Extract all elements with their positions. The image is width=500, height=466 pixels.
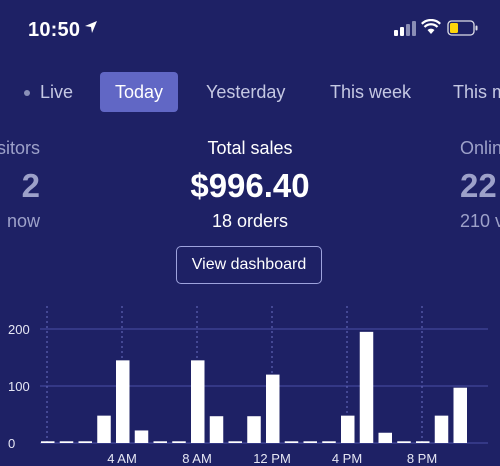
- online-sub: 210 v: [460, 211, 500, 231]
- tab-this-month-label: This m: [453, 82, 500, 102]
- x-tick-label: 4 PM: [332, 451, 362, 466]
- chart-bar: [116, 360, 130, 443]
- online-value: 22: [460, 167, 497, 204]
- total-sales-value: $996.40: [190, 167, 310, 204]
- visitors-label: sitors: [0, 138, 40, 158]
- chart-bar: [453, 387, 467, 443]
- tab-live[interactable]: Live: [24, 72, 73, 112]
- chart-bar: [341, 415, 355, 443]
- chart-bar: [434, 415, 449, 443]
- tab-this-month[interactable]: This m: [453, 72, 500, 112]
- live-dot-icon: [24, 90, 30, 97]
- chart-bar: [78, 441, 92, 443]
- battery-icon: [447, 20, 478, 36]
- chart-bar: [284, 441, 299, 443]
- y-tick-label: 100: [8, 379, 30, 394]
- period-tabs: Live Today Yesterday This week This m: [0, 72, 500, 114]
- tab-yesterday[interactable]: Yesterday: [206, 72, 285, 112]
- chart-bar: [303, 441, 317, 443]
- view-dashboard-button[interactable]: View dashboard: [176, 246, 322, 284]
- tab-today[interactable]: Today: [100, 72, 179, 112]
- tab-this-week-label: This week: [330, 82, 412, 102]
- total-sales-metric[interactable]: Total sales $996.40 18 orders: [150, 138, 350, 232]
- y-tick-label: 200: [8, 322, 30, 337]
- chart-bar: [59, 441, 74, 443]
- chart-bar: [134, 430, 149, 443]
- online-metric[interactable]: Onlin 22 210 v: [460, 138, 500, 232]
- chart-bar: [378, 432, 392, 443]
- chart-bar: [228, 441, 242, 443]
- online-label: Onlin: [460, 138, 500, 158]
- chart-bar: [153, 441, 167, 443]
- chart-bar: [359, 331, 374, 443]
- status-bar: 10:50: [0, 0, 500, 60]
- chart-bar: [209, 416, 224, 443]
- location-arrow-icon: [85, 21, 97, 33]
- visitors-metric[interactable]: sitors 2 now: [0, 138, 40, 232]
- tab-today-label: Today: [115, 82, 164, 102]
- x-tick-label: 12 PM: [253, 451, 291, 466]
- visitors-sub: now: [6, 211, 40, 231]
- sales-chart: 0 100 200 4 AM 8 AM 12 PM 4 PM 8 PM: [8, 306, 488, 466]
- visitors-value: 2: [21, 167, 40, 204]
- chart-bar: [322, 441, 336, 443]
- tab-this-week[interactable]: This week: [330, 72, 411, 112]
- chart-bar: [397, 441, 411, 443]
- total-sales-label: Total sales: [207, 138, 293, 158]
- chart-bar: [97, 415, 111, 443]
- cellular-signal-icon: [394, 21, 416, 36]
- orders-count: 18 orders: [211, 211, 289, 231]
- chart-bar: [247, 416, 261, 443]
- chart-bar: [266, 374, 280, 443]
- tab-live-label: Live: [40, 82, 74, 102]
- x-tick-label: 8 PM: [407, 451, 437, 466]
- x-tick-label: 8 AM: [182, 451, 212, 466]
- status-time: 10:50: [28, 19, 81, 41]
- wifi-icon: [421, 19, 441, 34]
- chart-bar: [41, 441, 55, 443]
- tab-yesterday-label: Yesterday: [206, 82, 286, 102]
- x-tick-label: 4 AM: [107, 451, 137, 466]
- chart-bar: [416, 441, 430, 443]
- y-tick-label: 0: [8, 436, 15, 451]
- chart-bar: [172, 441, 186, 443]
- chart-bar: [191, 360, 205, 443]
